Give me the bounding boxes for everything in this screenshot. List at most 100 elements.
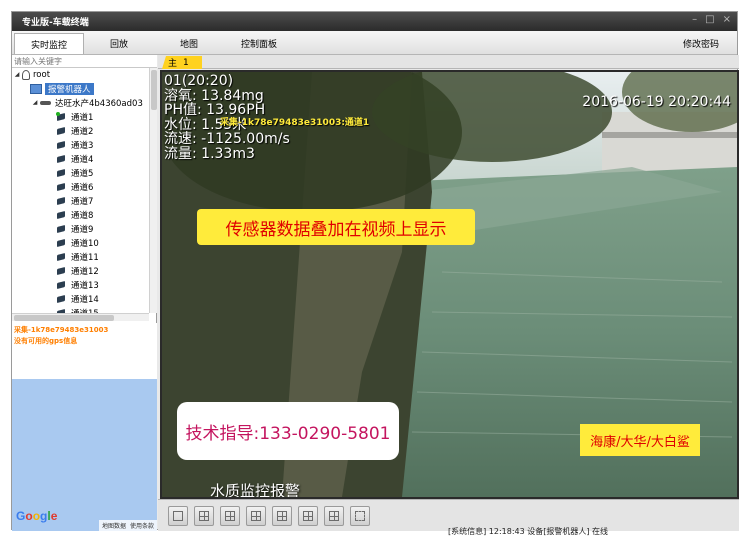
video-player[interactable]: 01(20:20) 溶氧: 13.84mg PH值: 13.96PH 水位: 1…: [160, 70, 739, 499]
tree-node-label: 通道7: [71, 196, 94, 207]
expand-icon[interactable]: ◢: [12, 71, 22, 78]
tree-node-label: 通道11: [71, 252, 99, 263]
layout-1-icon[interactable]: [168, 506, 188, 526]
google-logo: Google: [16, 509, 58, 523]
tree-node-label: 通道13: [71, 280, 99, 291]
bottom-toolbar: [系统信息] 12:18:43 设备[报警机器人] 在线: [158, 499, 739, 536]
close-icon[interactable]: ×: [723, 14, 731, 25]
camera-icon: [56, 126, 68, 136]
scrollbar-thumb[interactable]: [151, 70, 157, 110]
gps-status-text: 没有可用的gps信息: [14, 337, 78, 345]
user-icon: [22, 69, 30, 80]
map-view[interactable]: Google 地图数据 使用条款: [12, 379, 157, 531]
tree-vertical-scrollbar[interactable]: [149, 68, 157, 313]
tree-node-label: 通道10: [71, 238, 99, 249]
tree-node-channel[interactable]: 通道5: [56, 166, 93, 179]
layout-4-icon[interactable]: [194, 506, 214, 526]
overlay-caption: 传感器数据叠加在视频上显示: [197, 209, 475, 245]
camera-icon: [56, 266, 68, 276]
camera-icon: [56, 294, 68, 304]
tab-map[interactable]: 地图: [154, 33, 224, 54]
app-window: 专业版-车载终端 – □ × 实时监控 回放 地图 控制面板 修改密码 ◢ ro…: [11, 11, 739, 536]
status-message: [系统信息] 12:18:43 设备[报警机器人] 在线: [448, 527, 609, 536]
tree-node-label: 通道3: [71, 140, 94, 151]
tree-node-label: 通道12: [71, 266, 99, 277]
tree-node-channel[interactable]: 通道2: [56, 124, 93, 137]
tree-node-root[interactable]: ◢ root: [12, 68, 50, 81]
tree-node-label: 通道14: [71, 294, 99, 305]
camera-icon: [56, 140, 68, 150]
tree-node-label: root: [33, 69, 51, 80]
change-password-button[interactable]: 修改密码: [675, 33, 727, 54]
minimize-icon[interactable]: –: [692, 14, 697, 25]
alarm-device-icon: [30, 83, 42, 94]
tree-node-channel[interactable]: 通道11: [56, 250, 99, 263]
map-footer-links: 地图数据 使用条款: [98, 520, 157, 531]
left-panel: ◢ root 报警机器人 ◢ 达旺水产4b4360ad03 通道1 通道2 通道…: [12, 55, 157, 531]
tree-node-channel[interactable]: 通道8: [56, 208, 93, 221]
video-tab-number: 1: [183, 57, 189, 68]
osd-dissolved-oxygen: 溶氧: 13.84mg: [164, 87, 264, 104]
camera-icon: [56, 168, 68, 178]
terms-link[interactable]: 使用条款: [130, 521, 154, 530]
tab-control-panel[interactable]: 控制面板: [224, 33, 294, 54]
tree-node-channel[interactable]: 通道1: [56, 110, 93, 123]
tree-node-channel[interactable]: 通道10: [56, 236, 99, 249]
tree-node-label: 通道9: [71, 224, 94, 235]
tree-node-label: 通道6: [71, 182, 94, 193]
tree-node-channel[interactable]: 通道7: [56, 194, 93, 207]
layout-64-icon[interactable]: [324, 506, 344, 526]
layout-9-icon[interactable]: [220, 506, 240, 526]
camera-icon: [56, 154, 68, 164]
camera-online-icon: [56, 111, 68, 122]
tree-node-channel[interactable]: 通道14: [56, 292, 99, 305]
video-watermark: 水质监控报警: [210, 482, 301, 499]
tree-node-label: 通道5: [71, 168, 94, 179]
tree-node-alarm-robot[interactable]: 报警机器人: [30, 82, 94, 95]
tab-live-monitor[interactable]: 实时监控: [14, 33, 84, 54]
osd-flow-volume: 流量: 1.33m3: [164, 145, 255, 162]
maximize-icon[interactable]: □: [705, 14, 714, 25]
tree-node-vehicle[interactable]: ◢ 达旺水产4b4360ad03: [30, 96, 143, 109]
scrollbar-thumb[interactable]: [14, 315, 114, 321]
camera-icon: [56, 182, 68, 192]
camera-icon: [56, 280, 68, 290]
tree-node-label: 报警机器人: [45, 82, 94, 95]
fullscreen-icon[interactable]: [350, 506, 370, 526]
tree-node-channel[interactable]: 通道12: [56, 264, 99, 277]
search-input[interactable]: [12, 55, 157, 68]
tree-node-channel[interactable]: 通道9: [56, 222, 93, 235]
brands-badge: 海康/大华/大白鲨: [580, 424, 700, 456]
window-title: 专业版-车载终端: [22, 18, 89, 28]
tree-node-channel[interactable]: 通道3: [56, 138, 93, 151]
video-tab-label: 主: [168, 59, 178, 69]
tree-node-label: 通道8: [71, 210, 94, 221]
layout-16-icon[interactable]: [246, 506, 266, 526]
osd-device-label: 采集-1k78e79483e31003:通道1: [220, 118, 370, 128]
osd-timestamp: 2016-06-19 20:20:44: [582, 94, 731, 110]
camera-icon: [56, 238, 68, 248]
window-controls: – □ ×: [692, 14, 731, 25]
tree-node-label: 通道1: [71, 112, 94, 123]
tab-playback[interactable]: 回放: [84, 33, 154, 54]
camera-icon: [56, 252, 68, 262]
title-bar: 专业版-车载终端 – □ ×: [12, 12, 737, 31]
tree-horizontal-scrollbar[interactable]: [12, 313, 149, 321]
tree-node-label: 通道4: [71, 154, 94, 165]
video-tab-main[interactable]: 主 1: [162, 56, 202, 69]
device-tree: ◢ root 报警机器人 ◢ 达旺水产4b4360ad03 通道1 通道2 通道…: [12, 68, 149, 320]
osd-flow-speed: 流速: -1125.00m/s: [164, 131, 290, 147]
camera-icon: [56, 210, 68, 220]
map-data-link[interactable]: 地图数据: [102, 521, 126, 530]
tree-node-channel[interactable]: 通道4: [56, 152, 93, 165]
device-id-text: 采集-1k78e79483e31003: [14, 326, 109, 334]
tree-node-channel[interactable]: 通道13: [56, 278, 99, 291]
vehicle-icon: [40, 98, 52, 108]
osd-channel-time: 01(20:20): [164, 73, 234, 89]
nav-bar: 实时监控 回放 地图 控制面板 修改密码: [12, 31, 737, 55]
layout-25-icon[interactable]: [272, 506, 292, 526]
expand-icon[interactable]: ◢: [30, 99, 40, 106]
layout-36-icon[interactable]: [298, 506, 318, 526]
camera-icon: [56, 196, 68, 206]
tree-node-channel[interactable]: 通道6: [56, 180, 93, 193]
